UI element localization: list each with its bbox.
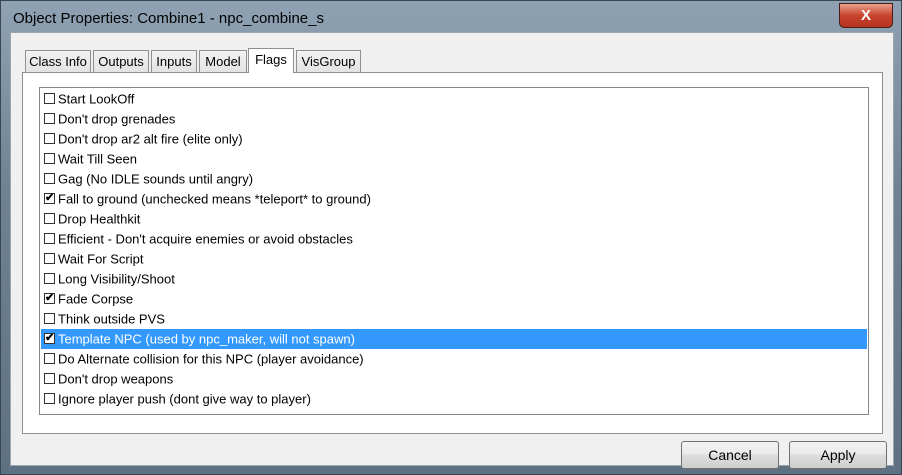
flag-row[interactable]: Start LookOff bbox=[41, 89, 867, 109]
checkbox-unchecked[interactable] bbox=[44, 173, 55, 185]
checkbox-unchecked[interactable] bbox=[44, 133, 55, 145]
tab-inputs[interactable]: Inputs bbox=[151, 50, 197, 72]
flag-label: Gag (No IDLE sounds until angry) bbox=[58, 171, 254, 187]
flag-label: Template NPC (used by npc_maker, will no… bbox=[58, 331, 355, 347]
flag-label: Efficient - Don't acquire enemies or avo… bbox=[58, 231, 353, 247]
flag-label: Think outside PVS bbox=[58, 311, 165, 327]
window-title: Object Properties: Combine1 - npc_combin… bbox=[13, 10, 324, 27]
checkbox-unchecked[interactable] bbox=[44, 353, 55, 365]
checkmark-icon: ✔ bbox=[45, 192, 55, 205]
checkmark-icon: ✔ bbox=[45, 332, 55, 345]
flag-row[interactable]: Don't drop ar2 alt fire (elite only) bbox=[41, 129, 867, 149]
checkbox-unchecked[interactable] bbox=[44, 393, 55, 405]
flag-label: Start LookOff bbox=[58, 91, 135, 107]
flag-row[interactable]: ✔ Template NPC (used by npc_maker, will n… bbox=[41, 329, 867, 349]
checkbox-unchecked[interactable] bbox=[44, 213, 55, 225]
close-icon: X bbox=[860, 7, 871, 24]
flag-label: Wait Till Seen bbox=[58, 151, 137, 167]
flag-label: Drop Healthkit bbox=[58, 211, 141, 227]
checkbox-checked[interactable]: ✔ bbox=[44, 332, 55, 345]
flag-row[interactable]: ✔ Fall to ground (unchecked means *telepo… bbox=[41, 189, 867, 209]
flag-row[interactable]: Wait Till Seen bbox=[41, 149, 867, 169]
flag-row[interactable]: Drop Healthkit bbox=[41, 209, 867, 229]
flag-label: Don't drop weapons bbox=[58, 371, 174, 387]
flag-row[interactable]: Wait For Script bbox=[41, 249, 867, 269]
tab-outputs[interactable]: Outputs bbox=[93, 50, 149, 72]
flag-label: Do Alternate collision for this NPC (pla… bbox=[58, 351, 364, 367]
dialog-client-area: Class Info Outputs Inputs Model Flags Vi… bbox=[10, 32, 894, 469]
flag-row[interactable]: Don't drop grenades bbox=[41, 109, 867, 129]
flag-row[interactable]: Ignore player push (dont give way to pla… bbox=[41, 389, 867, 409]
flag-label: Fall to ground (unchecked means *telepor… bbox=[58, 191, 371, 207]
tab-model[interactable]: Model bbox=[199, 50, 247, 72]
cancel-button[interactable]: Cancel bbox=[681, 441, 779, 469]
checkbox-checked[interactable]: ✔ bbox=[44, 292, 55, 305]
flag-row[interactable]: Gag (No IDLE sounds until angry) bbox=[41, 169, 867, 189]
checkbox-unchecked[interactable] bbox=[44, 113, 55, 125]
tab-class-info[interactable]: Class Info bbox=[25, 50, 91, 72]
apply-button[interactable]: Apply bbox=[789, 441, 887, 469]
flag-label: Long Visibility/Shoot bbox=[58, 271, 175, 287]
flag-label: Ignore player push (dont give way to pla… bbox=[58, 391, 311, 407]
flag-label: Don't drop ar2 alt fire (elite only) bbox=[58, 131, 243, 147]
flag-label: Don't drop grenades bbox=[58, 111, 176, 127]
close-button[interactable]: X bbox=[839, 3, 893, 28]
flag-row[interactable]: ✔ Fade Corpse bbox=[41, 289, 867, 309]
dialog-window: Object Properties: Combine1 - npc_combin… bbox=[0, 0, 902, 475]
flag-label: Wait For Script bbox=[58, 251, 144, 267]
checkbox-unchecked[interactable] bbox=[44, 93, 55, 105]
flag-row[interactable]: Don't drop weapons bbox=[41, 369, 867, 389]
checkbox-unchecked[interactable] bbox=[44, 273, 55, 285]
tab-flags[interactable]: Flags bbox=[248, 48, 294, 73]
flag-row[interactable]: Long Visibility/Shoot bbox=[41, 269, 867, 289]
checkbox-unchecked[interactable] bbox=[44, 153, 55, 165]
flag-row[interactable]: Do Alternate collision for this NPC (pla… bbox=[41, 349, 867, 369]
checkbox-unchecked[interactable] bbox=[44, 233, 55, 245]
flag-row[interactable]: Efficient - Don't acquire enemies or avo… bbox=[41, 229, 867, 249]
flag-label: Fade Corpse bbox=[58, 291, 134, 307]
flags-tab-panel: Start LookOff Don't drop grenades Don't dr… bbox=[22, 72, 883, 434]
checkbox-unchecked[interactable] bbox=[44, 373, 55, 385]
flag-row[interactable]: Think outside PVS bbox=[41, 309, 867, 329]
checkbox-checked[interactable]: ✔ bbox=[44, 192, 55, 205]
checkbox-unchecked[interactable] bbox=[44, 313, 55, 325]
tab-visgroup[interactable]: VisGroup bbox=[296, 50, 361, 72]
checkbox-unchecked[interactable] bbox=[44, 253, 55, 265]
checkmark-icon: ✔ bbox=[45, 292, 55, 305]
flags-checklist: Start LookOff Don't drop grenades Don't dr… bbox=[39, 87, 869, 415]
